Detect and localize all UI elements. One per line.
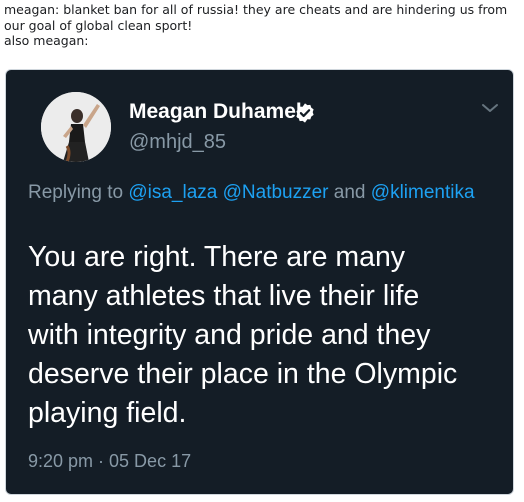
mention-link[interactable]: @Natbuzzer <box>223 182 329 203</box>
verified-icon <box>296 103 314 123</box>
avatar-image <box>41 92 111 162</box>
caption-line: our goal of global clean sport! <box>4 17 193 33</box>
chevron-down-icon[interactable] <box>480 98 500 118</box>
mention-link[interactable]: @klimentika <box>371 182 475 203</box>
avatar[interactable] <box>41 92 111 162</box>
reply-joiner: and <box>333 182 366 203</box>
tweet-text-line: deserve their place in the Olympic <box>28 358 458 390</box>
user-handle[interactable]: @mhjd_85 <box>129 131 226 154</box>
tweet-text: You are right. There are many many athle… <box>28 238 508 433</box>
embedded-tweet-card[interactable]: Meagan Duhamel @mhjd_85 Replying to @isa… <box>5 69 514 495</box>
caption-line: meagan: blanket ban for all of russia! t… <box>4 2 508 17</box>
display-name[interactable]: Meagan Duhamel <box>129 100 302 124</box>
reply-prefix: Replying to <box>28 182 124 203</box>
tweet-text-line: You are right. There are many <box>28 241 406 273</box>
tweet-text-line: many athletes that live their life <box>28 280 420 312</box>
tweet-text-line: playing field. <box>28 397 187 429</box>
post-caption: meagan: blanket ban for all of russia! t… <box>4 2 520 49</box>
tweet-timestamp[interactable]: 9:20 pm · 05 Dec 17 <box>28 451 191 472</box>
caption-line: also meagan: <box>4 33 89 48</box>
tweet-text-line: with integrity and pride and they <box>28 319 431 351</box>
mention-link[interactable]: @isa_laza <box>128 182 217 203</box>
reply-context: Replying to @isa_laza @Natbuzzer and @kl… <box>28 180 498 206</box>
